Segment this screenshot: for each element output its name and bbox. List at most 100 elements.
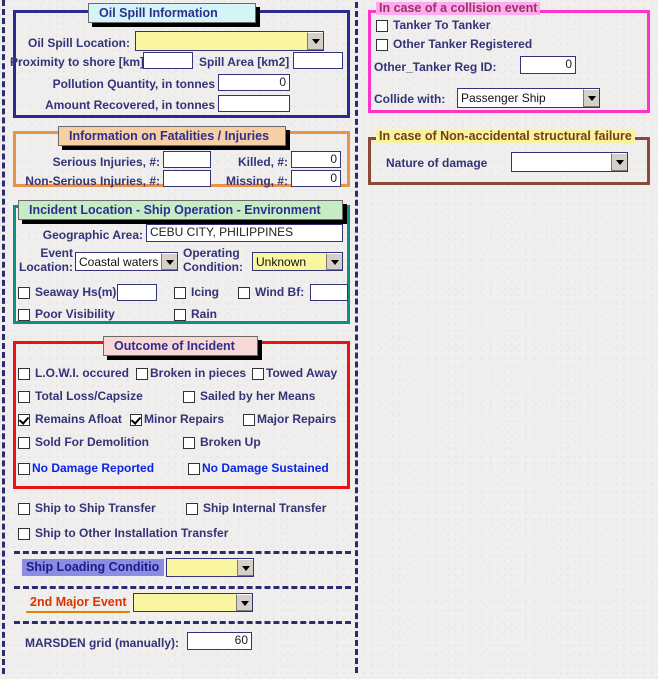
outcome-checkbox-box[interactable] [136,367,148,380]
ship-other-installation-transfer-checkbox-box[interactable] [18,527,30,540]
outcome-checkbox-box[interactable] [183,436,195,449]
outcome-checkbox-label: Major Repairs [257,412,337,426]
rain-checkbox-box[interactable] [174,308,186,321]
amount-recovered-label: Amount Recovered, in tonnes [44,98,215,112]
event-location-label-line1: Event [40,246,73,260]
tanker-to-tanker-label: Tanker To Tanker [393,18,491,32]
wind-checkbox[interactable]: Wind Bf: [238,286,304,299]
separator-above-second-major-event [14,586,351,589]
oil-spill-location-label: Oil Spill Location: [28,36,130,50]
icing-checkbox[interactable]: Icing [174,286,219,299]
operating-condition-combo[interactable]: Unknown [252,252,343,271]
other-tanker-registered-checkbox[interactable]: Other Tanker Registered [376,38,532,51]
amount-recovered-input[interactable] [218,95,290,112]
seaway-checkbox-label: Seaway Hs(m) [35,285,117,299]
ship-other-installation-transfer-checkbox[interactable]: Ship to Other Installation Transfer [18,527,228,540]
chevron-down-icon[interactable] [236,594,252,611]
ship-internal-transfer-label: Ship Internal Transfer [203,501,327,515]
seaway-checkbox[interactable]: Seaway Hs(m) [18,286,116,299]
ship-to-ship-transfer-checkbox[interactable]: Ship to Ship Transfer [18,502,156,515]
outcome-checkbox-box[interactable] [18,390,30,403]
spill-area-input[interactable] [293,52,343,69]
event-location-combo[interactable]: Coastal waters [75,252,178,271]
poor-visibility-checkbox-box[interactable] [18,308,30,321]
ship-internal-transfer-checkbox-box[interactable] [186,502,198,515]
outcome-checkbox-box[interactable] [252,367,264,380]
outcome-checkbox-minor-repairs[interactable]: Minor Repairs [130,413,224,426]
outcome-checkbox-box[interactable] [18,413,30,426]
chevron-down-icon[interactable] [583,89,599,107]
pollution-quantity-label: Pollution Quantity, in tonnes [52,77,215,91]
outcome-checkbox-towed-away[interactable]: Towed Away [252,367,337,380]
icing-checkbox-box[interactable] [174,286,186,299]
seaway-hs-input[interactable] [117,284,157,301]
poor-visibility-checkbox[interactable]: Poor Visibility [18,308,115,321]
seaway-checkbox-box[interactable] [18,286,30,299]
operating-condition-label-line1: Operating [183,246,240,260]
tanker-to-tanker-checkbox-box[interactable] [376,19,388,32]
other-tanker-registered-checkbox-box[interactable] [376,38,388,51]
outcome-checkbox-total-loss-capsize[interactable]: Total Loss/Capsize [18,390,143,403]
ship-to-ship-transfer-checkbox-box[interactable] [18,502,30,515]
collide-with-value: Passenger Ship [461,91,546,105]
outcome-checkbox-sold-for-demolition[interactable]: Sold For Demolition [18,436,149,449]
serious-injuries-input[interactable] [163,151,211,168]
marsden-grid-input[interactable]: 60 [187,632,252,650]
missing-input[interactable]: 0 [291,170,341,187]
outcome-checkbox-remains-afloat[interactable]: Remains Afloat [18,413,122,426]
outcome-checkbox-box[interactable] [18,462,30,475]
missing-label: Missing, #: [225,174,288,188]
spill-area-label: Spill Area [km2] [199,55,290,69]
outcome-checkbox-lowi[interactable]: L.O.W.I. occured [18,367,129,380]
killed-input[interactable]: 0 [291,151,341,168]
nature-of-damage-combo[interactable] [511,152,628,172]
outcome-checkbox-major-repairs[interactable]: Major Repairs [243,413,336,426]
ship-to-ship-transfer-label: Ship to Ship Transfer [35,501,156,515]
outcome-checkbox-box[interactable] [18,436,30,449]
other-tanker-reg-id-input[interactable]: 0 [520,56,576,74]
non-serious-injuries-label: Non-Serious Injuries, #: [25,174,160,188]
collide-with-combo[interactable]: Passenger Ship [457,88,600,108]
outcome-checkbox-sailed-by-her-means[interactable]: Sailed by her Means [183,390,315,403]
operating-condition-value: Unknown [256,254,307,269]
ship-internal-transfer-checkbox[interactable]: Ship Internal Transfer [186,502,326,515]
nature-of-damage-label: Nature of damage [386,156,488,170]
outcome-checkbox-no-damage-sustained[interactable]: No Damage Sustained [188,462,329,475]
ship-other-installation-transfer-label: Ship to Other Installation Transfer [35,526,229,540]
outcome-checkbox-label: Minor Repairs [144,412,225,426]
pollution-quantity-input[interactable]: 0 [218,74,290,91]
chevron-down-icon[interactable] [326,253,342,270]
outcome-checkbox-box[interactable] [243,413,255,426]
geographic-area-input[interactable]: CEBU CITY, PHILIPPINES [146,224,343,242]
chevron-down-icon[interactable] [161,253,177,270]
oil-spill-location-combo[interactable] [135,31,324,51]
ship-loading-condition-combo[interactable] [166,558,254,577]
wind-bf-input[interactable] [310,284,348,301]
panel-outcome-caption-text: Outcome of Incident [114,339,235,353]
chevron-down-icon[interactable] [611,153,627,171]
panel-fatalities-caption: Information on Fatalities / Injuries [58,126,286,146]
second-major-event-label: 2nd Major Event [26,594,130,613]
outcome-checkbox-box[interactable] [188,462,200,475]
outcome-checkbox-no-damage-reported[interactable]: No Damage Reported [18,462,154,475]
event-location-value: Coastal waters [79,254,159,269]
outcome-checkbox-box[interactable] [18,367,30,380]
operating-condition-label-line2: Condition: [183,260,243,274]
outcome-checkbox-label: L.O.W.I. occured [35,366,130,380]
tanker-to-tanker-checkbox[interactable]: Tanker To Tanker [376,19,490,32]
outcome-checkbox-broken-in-pieces[interactable]: Broken in pieces [136,367,246,380]
proximity-to-shore-input[interactable] [143,52,193,69]
outcome-checkbox-broken-up[interactable]: Broken Up [183,436,261,449]
chevron-down-icon[interactable] [237,559,253,576]
wind-checkbox-box[interactable] [238,286,250,299]
second-major-event-combo[interactable] [133,593,253,612]
rain-checkbox[interactable]: Rain [174,308,217,321]
ship-loading-condition-label: Ship Loading Conditio [22,559,164,576]
form-page: Oil Spill Information Oil Spill Location… [0,0,658,679]
outcome-checkbox-box[interactable] [183,390,195,403]
outcome-checkbox-box[interactable] [130,413,142,426]
non-serious-injuries-input[interactable] [163,170,211,187]
other-tanker-reg-id-label: Other_Tanker Reg ID: [374,60,497,74]
chevron-down-icon[interactable] [307,32,323,50]
poor-visibility-checkbox-label: Poor Visibility [35,307,115,321]
